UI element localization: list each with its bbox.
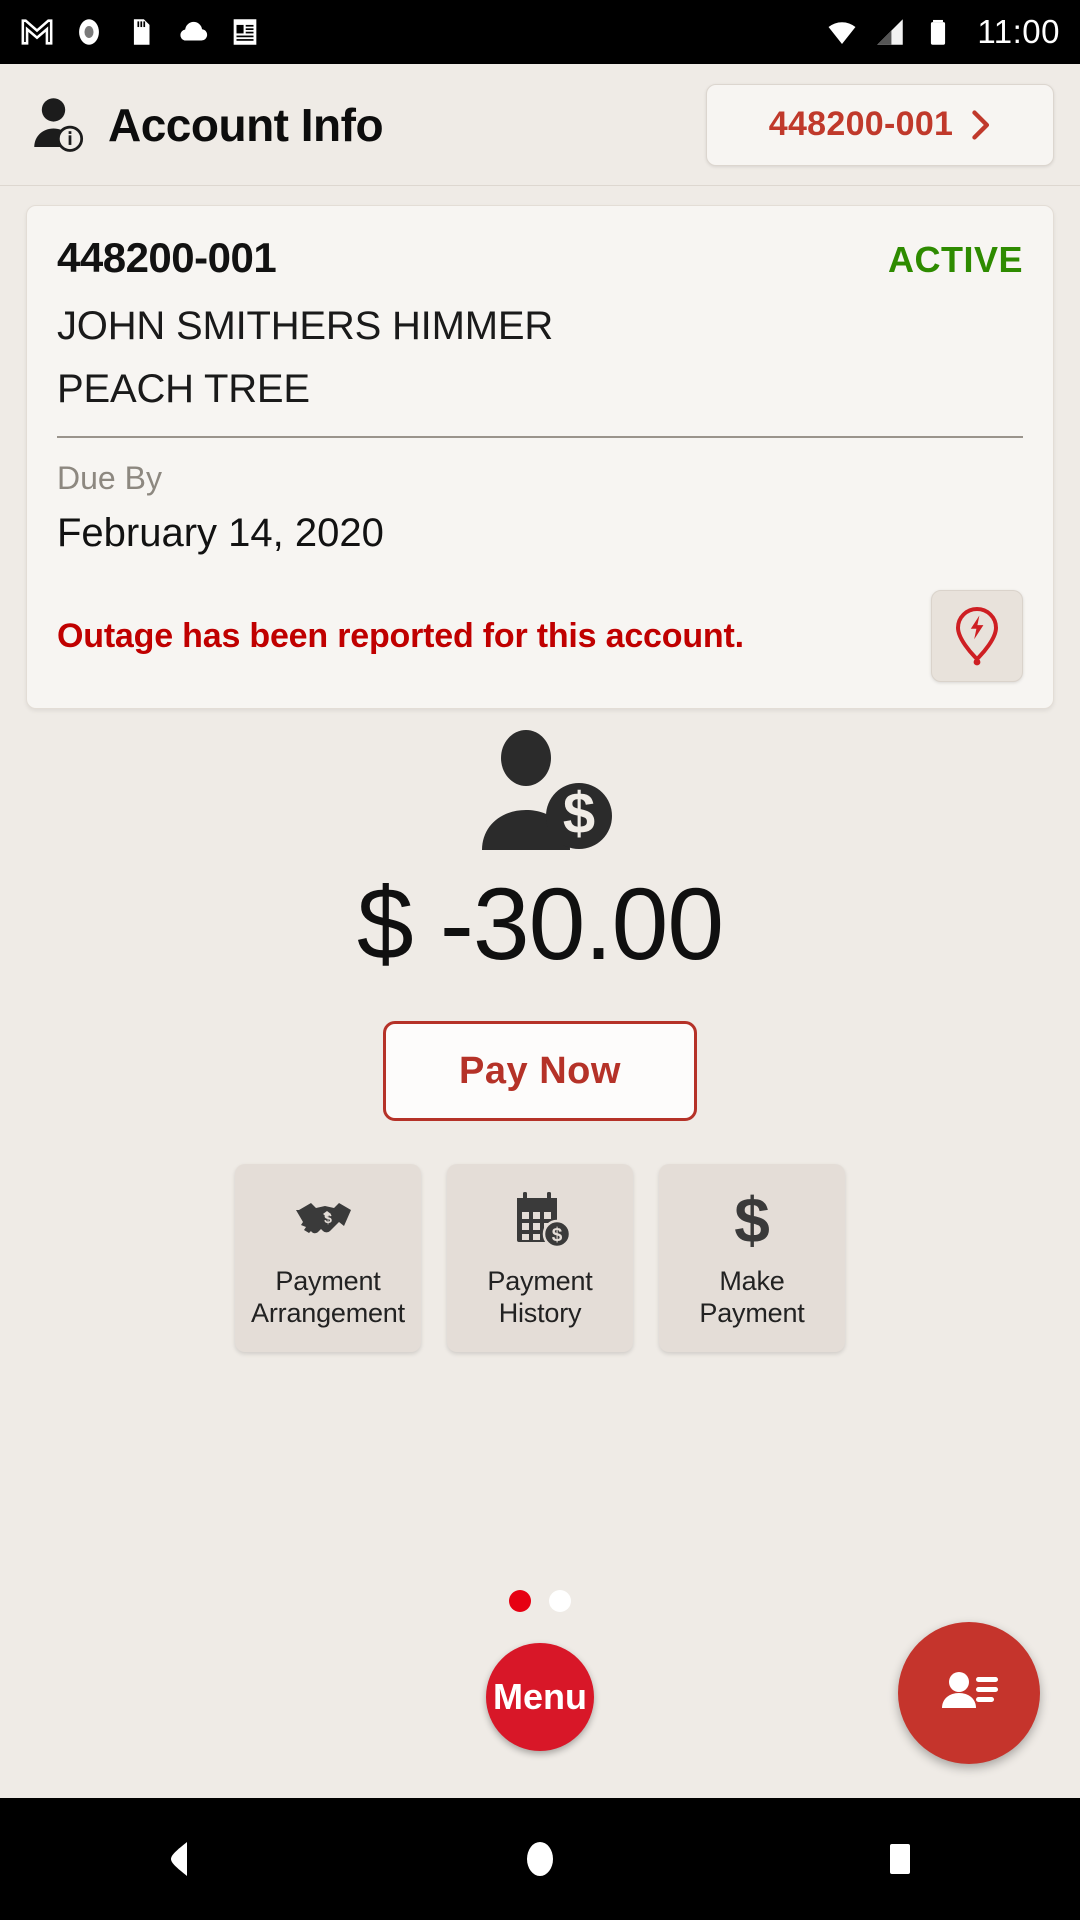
chevron-right-icon	[972, 109, 990, 140]
tile-payment-history[interactable]: $ Payment History	[447, 1164, 633, 1352]
account-selector-label: 448200-001	[768, 105, 954, 143]
android-nav-bar	[0, 1798, 1080, 1920]
tile-line2: Payment	[699, 1297, 805, 1328]
signal-icon	[877, 19, 904, 45]
tile-label-make-payment: Make Payment	[699, 1266, 804, 1330]
svg-text:$: $	[552, 1225, 563, 1246]
card-divider	[57, 436, 1023, 438]
cloud-icon	[180, 21, 208, 41]
svg-text:$: $	[734, 1190, 770, 1252]
outage-report-button[interactable]	[931, 590, 1023, 682]
account-card-header: 448200-001 ACTIVE	[57, 234, 1023, 282]
handshake-icon: $	[296, 1203, 351, 1234]
outage-message: Outage has been reported for this accoun…	[57, 616, 744, 655]
account-selector-chip[interactable]: 448200-001	[706, 83, 1054, 166]
quick-action-tiles: $ Payment Arrangement $ Payment History …	[0, 1164, 1080, 1352]
calendar-money-icon: $	[517, 1192, 572, 1249]
svg-text:$: $	[324, 1210, 332, 1226]
app-header: Account Info 448200-001	[0, 64, 1080, 186]
pager-dot-2[interactable]	[549, 1590, 571, 1612]
tile-line1: Payment	[487, 1266, 593, 1296]
nav-back-button[interactable]	[120, 1824, 240, 1894]
outage-row: Outage has been reported for this accoun…	[57, 590, 1023, 682]
status-bar: 11:00	[0, 0, 1080, 64]
wifi-icon	[828, 22, 856, 45]
tile-label-payment-arrangement: Payment Arrangement	[251, 1266, 405, 1330]
recents-square-icon	[890, 1844, 910, 1874]
status-bar-clock: 11:00	[977, 13, 1060, 50]
svg-text:$: $	[563, 781, 595, 846]
battery-icon	[931, 19, 946, 45]
tile-line1: Payment	[275, 1266, 381, 1296]
nav-home-button[interactable]	[480, 1824, 600, 1894]
sdcard-icon	[133, 19, 150, 45]
tile-make-payment[interactable]: $ Make Payment	[659, 1164, 845, 1352]
customer-name: JOHN SMITHERS HIMMER	[57, 304, 554, 348]
balance-section: $ $ -30.00 Pay Now	[0, 728, 1080, 1121]
outage-pin-icon	[955, 606, 999, 666]
back-triangle-icon	[171, 1842, 187, 1876]
home-circle-icon	[527, 1842, 553, 1876]
contact-us-button[interactable]	[898, 1622, 1040, 1764]
balance-amount: $ -30.00	[356, 867, 724, 981]
tile-payment-arrangement[interactable]: $ Payment Arrangement	[235, 1164, 421, 1352]
pager-dots	[0, 1590, 1080, 1612]
due-by-label: Due By	[57, 460, 162, 496]
account-info-icon	[34, 97, 84, 152]
status-bar-right-icons: 11:00	[825, 13, 1060, 51]
menu-button[interactable]: Menu	[486, 1643, 594, 1751]
status-badge: ACTIVE	[887, 239, 1023, 280]
contact-card-icon	[942, 1672, 998, 1708]
dollar-sign-icon: $	[734, 1190, 770, 1252]
account-number: 448200-001	[57, 234, 277, 281]
status-bar-left-icons	[20, 15, 262, 49]
tile-line2: History	[498, 1297, 582, 1328]
nav-recents-button[interactable]	[840, 1824, 960, 1894]
gmail-icon	[21, 19, 53, 45]
service-address: PEACH TREE	[57, 367, 310, 411]
page-title: Account Info	[108, 98, 384, 151]
tile-label-payment-history: Payment History	[487, 1266, 592, 1330]
tile-line2: Arrangement	[251, 1297, 405, 1328]
account-card[interactable]: 448200-001 ACTIVE JOHN SMITHERS HIMMER P…	[26, 205, 1054, 709]
due-by-date: February 14, 2020	[57, 511, 384, 555]
record-icon	[79, 19, 99, 45]
tile-line1: Make	[719, 1266, 785, 1296]
app-screen: 11:00 Account Info 448200-001 448200-001…	[0, 0, 1080, 1920]
pager-dot-1[interactable]	[509, 1590, 531, 1612]
notes-icon	[233, 19, 257, 45]
person-money-icon: $	[482, 730, 612, 850]
pay-now-button[interactable]: Pay Now	[383, 1021, 697, 1121]
